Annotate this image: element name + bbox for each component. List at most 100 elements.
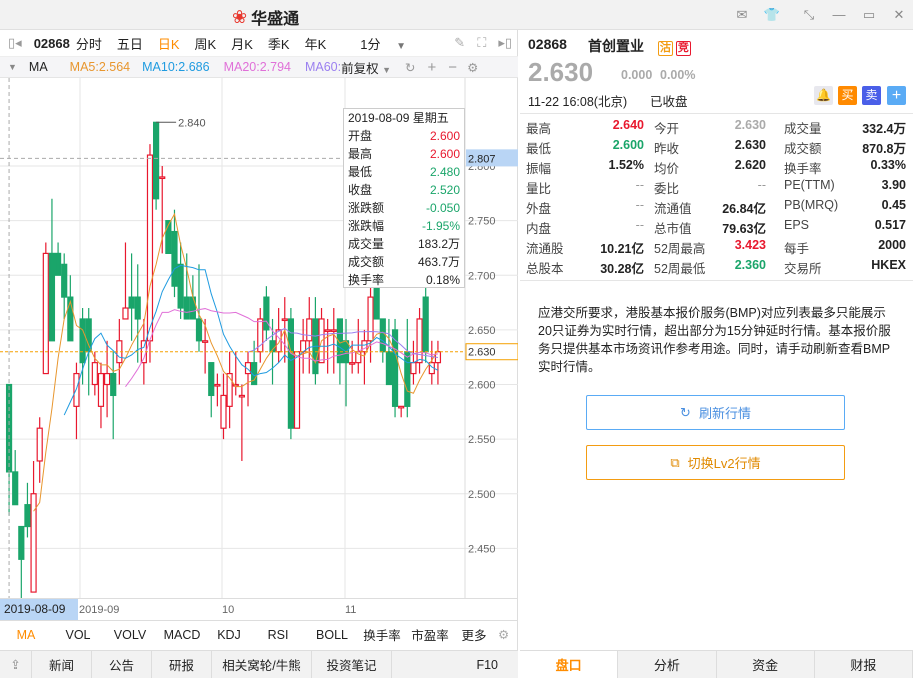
quote-row: 振幅 1.52% 均价 2.620 换手率 0.33% [526, 158, 908, 178]
candle-body [48, 252, 56, 342]
refresh-quote-button[interactable]: ↻ 刷新行情 [586, 395, 845, 430]
market-status: 已收盘 [650, 95, 688, 109]
divider [520, 280, 913, 281]
expand-right-icon[interactable]: ▸▯ [498, 35, 512, 51]
fullscreen-icon[interactable]: ⛶ [477, 35, 486, 51]
candle-body [306, 318, 313, 342]
tooltip-label: 换手率 [348, 273, 385, 287]
bottom-tab[interactable]: 研报 [152, 651, 212, 678]
y-tick-label: 2.600 [468, 380, 496, 392]
sell-button[interactable]: 卖 [862, 86, 881, 105]
indicator-tab[interactable]: KDJ [208, 628, 250, 642]
quote-label: 均价 [654, 162, 680, 176]
quote-label: 52周最低 [654, 262, 706, 276]
quote-value: 2.630 [734, 118, 766, 132]
candle-body [18, 525, 25, 560]
tooltip-label: 最低 [348, 165, 373, 179]
quote-value: 30.28亿 [600, 262, 644, 276]
zoom-out-icon[interactable]: − [448, 59, 457, 76]
bmp-notice: 应港交所要求，港股基本报价服务(BMP)对应列表最多只能展示20只证券为实时行情… [538, 306, 891, 374]
bottom-tab[interactable]: 投资笔记 [312, 651, 392, 678]
refresh-icon[interactable]: ↻ [405, 60, 415, 75]
indicator-tab[interactable]: VOLV [104, 628, 156, 642]
maximize-icon[interactable]: ▭ [860, 6, 878, 24]
tab-period[interactable]: 分时 [76, 34, 102, 53]
quote-value: 10.21亿 [600, 242, 644, 256]
gear-icon[interactable]: ⚙ [498, 627, 509, 642]
indicator-tab[interactable]: BOLL [306, 628, 358, 642]
tab-2[interactable]: 资金 [717, 651, 815, 678]
tooltip-row: 开盘 2.600 [344, 127, 464, 145]
tab-period[interactable]: 月K [231, 34, 253, 53]
tooltip-label: 成交额 [348, 255, 385, 269]
indicator-tab[interactable]: VOL [52, 628, 104, 642]
indicator-tab[interactable]: 市盈率 [406, 625, 454, 644]
bottom-tab[interactable]: F10 [392, 651, 518, 678]
buy-button[interactable]: 买 [838, 86, 857, 105]
gear-icon[interactable]: ⚙ [467, 60, 478, 75]
tab-3[interactable]: 财报 [815, 651, 913, 678]
indicator-tab[interactable]: RSI [250, 628, 306, 642]
refresh-icon: ↻ [680, 404, 691, 420]
alert-bell-icon[interactable]: 🔔 [814, 86, 833, 105]
indicator-tab[interactable]: MA [0, 628, 52, 642]
zoom-in-icon[interactable]: + [428, 59, 437, 76]
candle-body [404, 351, 411, 407]
bottom-tab[interactable]: 相关窝轮/牛熊 [212, 651, 312, 678]
switch-lv2-button[interactable]: ⧉ 切换Lv2行情 [586, 445, 845, 480]
tooltip-row: 成交额 463.7万 [344, 253, 464, 271]
candle-body [367, 296, 374, 342]
shirt-icon[interactable]: 👕 [763, 6, 781, 24]
add-watchlist-icon[interactable]: + [887, 86, 906, 105]
tab-1[interactable]: 分析 [618, 651, 717, 678]
candle-body [54, 252, 62, 276]
candle-body [36, 427, 43, 462]
quote-value: 3.90 [881, 178, 906, 192]
candle-body [12, 471, 19, 506]
tooltip-row: 最低 2.480 [344, 163, 464, 181]
quote-time: 11-22 16:08(北京) [528, 95, 628, 109]
tooltip-row: 收盘 2.520 [344, 181, 464, 199]
tab-0[interactable]: 盘口 [520, 651, 619, 678]
tooltip-value: -0.050 [425, 201, 460, 215]
quote-value: 332.4万 [862, 122, 906, 136]
quote-value: 26.84亿 [722, 202, 766, 216]
crosshair-price-label: 2.807 [468, 153, 496, 165]
minimize-icon[interactable]: — [830, 6, 848, 24]
tooltip-row: 涨跌额 -0.050 [344, 199, 464, 217]
quote-label: 内盘 [526, 222, 552, 236]
mail-icon[interactable]: ✉ [733, 6, 751, 24]
bottom-tab[interactable]: 公告 [92, 651, 152, 678]
quote-value: 2000 [878, 238, 906, 252]
indicator-tab[interactable]: 换手率 [358, 625, 406, 644]
tab-period[interactable]: 季K [268, 34, 290, 53]
quote-row: 最高 2.640 今开 2.630 成交量 332.4万 [526, 118, 908, 138]
quote-row: 外盘 -- 流通值 26.84亿 PB(MRQ) 0.45 [526, 198, 908, 218]
collapse-left-icon[interactable]: ▯◂ [8, 35, 22, 51]
tab-period[interactable]: 五日 [117, 34, 143, 53]
quote-value: HKEX [871, 258, 906, 272]
quote-name-wrap: 首创置业 沽竞 [588, 36, 691, 56]
x-tick-label: 11 [345, 604, 357, 616]
adjust-select[interactable]: 前复权 ▼ [341, 58, 391, 77]
tooltip-value: 2.480 [429, 165, 460, 179]
indicator-tab[interactable]: MACD [156, 628, 208, 642]
collapse-icon[interactable]: ⤡ [800, 6, 818, 24]
bottom-tab[interactable]: 新闻 [32, 651, 92, 678]
last-price: 2.630 [528, 57, 594, 87]
auction-tag: 竞 [675, 41, 691, 56]
chevron-down-icon[interactable]: ▼ [8, 62, 17, 72]
tab-period[interactable]: 年K [305, 34, 327, 53]
candle-body [97, 372, 105, 407]
pencil-icon[interactable]: ✎ [454, 35, 465, 51]
close-icon[interactable]: ✕ [890, 6, 908, 24]
upload-icon[interactable]: ⇪ [0, 651, 32, 678]
indicator-tab[interactable]: 更多 [454, 625, 494, 644]
quote-label: PB(MRQ) [784, 198, 839, 212]
minute-select[interactable]: 1分 ▼ [348, 34, 406, 53]
tab-period[interactable]: 周K [195, 34, 217, 53]
price-change: 0.000 [621, 68, 653, 82]
tab-period[interactable]: 日K [158, 34, 180, 53]
x-tick-label: 2019-09 [79, 604, 120, 616]
candle-body [91, 362, 98, 386]
